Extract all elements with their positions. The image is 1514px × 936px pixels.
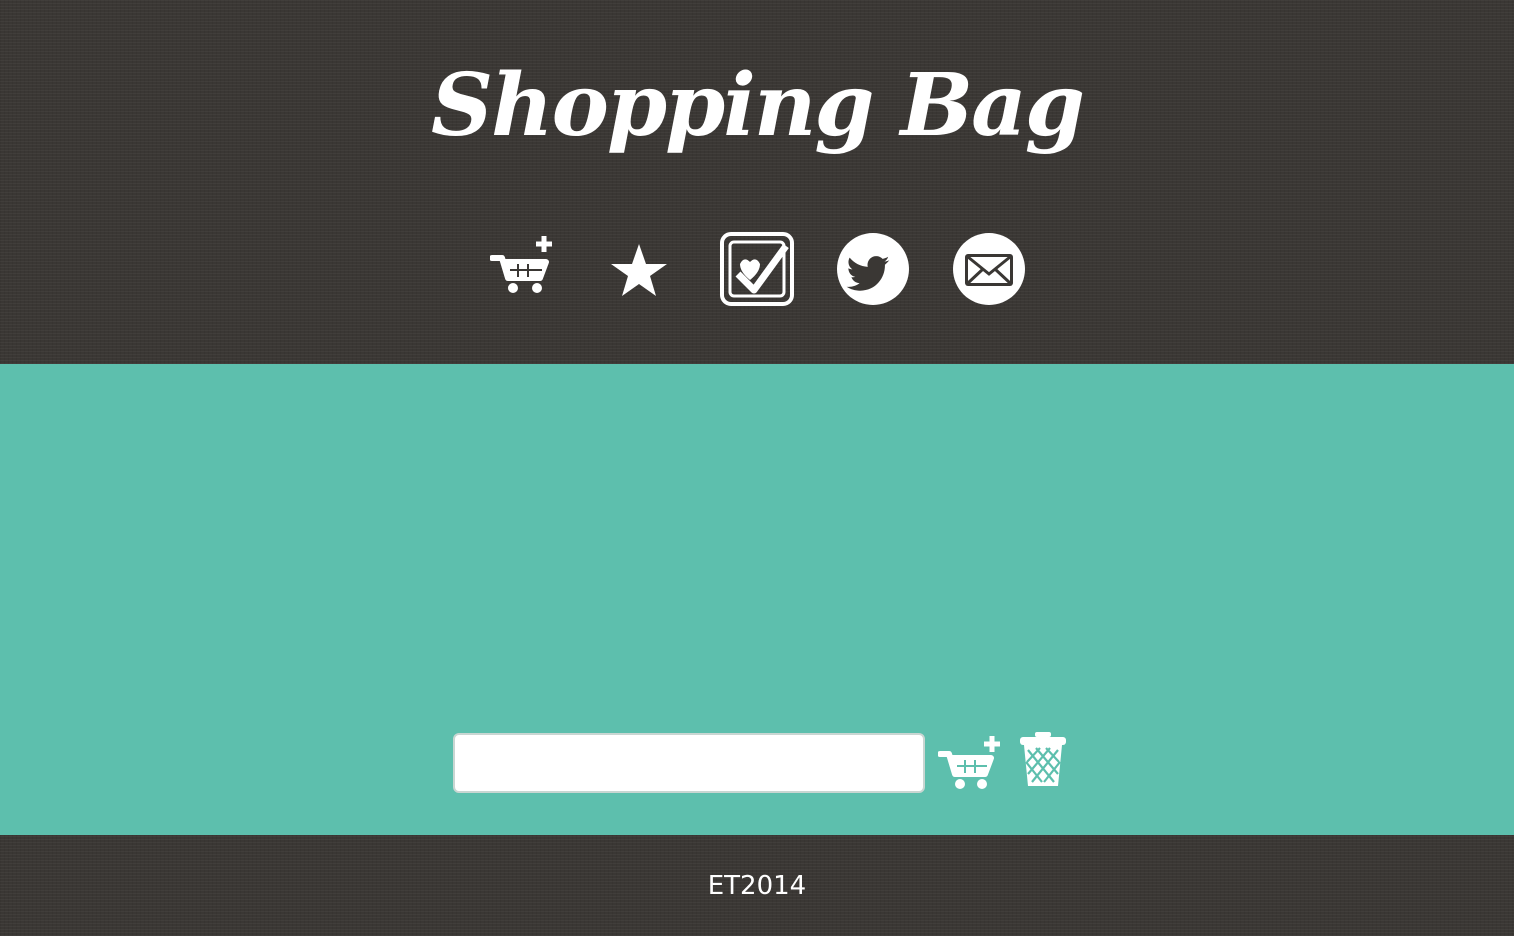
checklist-icon	[720, 232, 794, 306]
cart-add-button[interactable]	[490, 232, 564, 306]
add-item-button[interactable]	[938, 734, 1004, 792]
cart-add-icon	[490, 236, 552, 293]
icon-nav	[490, 232, 1030, 306]
header: Shopping Bag	[0, 0, 1514, 364]
trash-icon	[1020, 732, 1066, 786]
twitter-button[interactable]	[836, 232, 910, 306]
copyright-text: ET2014	[707, 871, 807, 901]
twitter-icon	[837, 233, 909, 305]
favorites-button[interactable]	[602, 232, 676, 306]
clear-list-button[interactable]	[1018, 730, 1068, 788]
star-icon	[611, 244, 667, 296]
list-area	[0, 364, 1514, 835]
checklist-button[interactable]	[720, 232, 794, 306]
item-input[interactable]	[453, 733, 925, 793]
cart-add-icon	[938, 736, 1000, 789]
app-title: Shopping Bag	[430, 55, 1085, 156]
mail-icon	[953, 233, 1025, 305]
footer: ET2014	[0, 835, 1514, 936]
mail-button[interactable]	[952, 232, 1026, 306]
